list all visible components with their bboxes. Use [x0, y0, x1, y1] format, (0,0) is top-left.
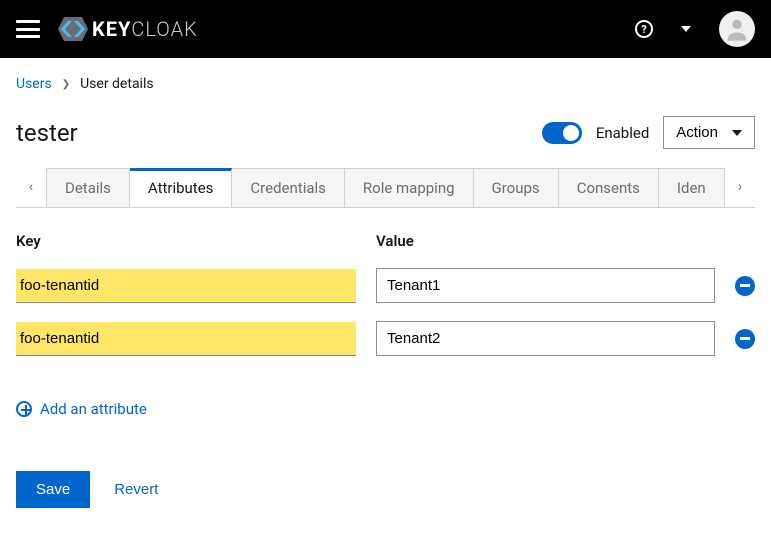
- breadcrumb-current: User details: [80, 76, 154, 92]
- brand-logo[interactable]: KEYCLOAK: [58, 17, 198, 41]
- page-header: tester Enabled Action: [16, 116, 755, 149]
- value-column-header: Value: [376, 232, 755, 250]
- help-icon[interactable]: ?: [635, 20, 653, 38]
- user-icon: [723, 15, 751, 43]
- menu-icon[interactable]: [16, 20, 40, 38]
- breadcrumb: Users ❯ User details: [16, 76, 755, 92]
- tab-iden[interactable]: Iden: [659, 168, 725, 207]
- tab-consents[interactable]: Consents: [559, 168, 659, 207]
- revert-button[interactable]: Revert: [114, 481, 158, 498]
- breadcrumb-root[interactable]: Users: [16, 76, 52, 92]
- topbar-right: ?: [635, 11, 755, 47]
- page-title: tester: [16, 119, 78, 147]
- remove-attribute-icon[interactable]: [735, 329, 755, 349]
- enabled-label: Enabled: [596, 124, 649, 142]
- attribute-value-input[interactable]: [376, 268, 715, 303]
- tab-role-mapping[interactable]: Role mapping: [345, 168, 474, 207]
- plus-circle-icon: [16, 401, 32, 417]
- action-dropdown[interactable]: Action: [663, 116, 755, 149]
- form-actions: Save Revert: [16, 471, 755, 508]
- avatar[interactable]: [719, 11, 755, 47]
- tab-groups[interactable]: Groups: [474, 168, 559, 207]
- chevron-right-icon: ❯: [62, 79, 70, 90]
- header-controls: Enabled Action: [542, 116, 755, 149]
- attribute-row: [16, 321, 755, 356]
- attributes-header: Key Value: [16, 232, 755, 250]
- remove-attribute-icon[interactable]: [735, 276, 755, 296]
- add-attribute-link[interactable]: Add an attribute: [16, 400, 147, 418]
- attribute-value-input[interactable]: [376, 321, 715, 356]
- tab-scroll-right[interactable]: ›: [725, 167, 755, 207]
- attribute-key-input[interactable]: [16, 322, 356, 356]
- save-button[interactable]: Save: [16, 471, 90, 508]
- caret-down-icon: [732, 130, 742, 136]
- attributes-section: Key Value Add an attribute: [16, 232, 755, 421]
- brand-name: KEYCLOAK: [92, 17, 198, 41]
- tab-details[interactable]: Details: [46, 168, 130, 207]
- keycloak-logo-icon: [58, 17, 88, 41]
- attribute-key-input[interactable]: [16, 269, 356, 303]
- topbar: KEYCLOAK ?: [0, 0, 771, 58]
- tab-attributes[interactable]: Attributes: [130, 168, 233, 207]
- realm-dropdown-icon[interactable]: [681, 26, 691, 32]
- tab-scroll-left[interactable]: ‹: [16, 167, 46, 207]
- key-column-header: Key: [16, 232, 356, 250]
- tabs: ‹ DetailsAttributesCredentialsRole mappi…: [16, 167, 755, 208]
- enabled-toggle[interactable]: [542, 122, 582, 144]
- content: Users ❯ User details tester Enabled Acti…: [0, 58, 771, 526]
- topbar-left: KEYCLOAK: [16, 17, 198, 41]
- attribute-row: [16, 268, 755, 303]
- tab-credentials[interactable]: Credentials: [232, 168, 344, 207]
